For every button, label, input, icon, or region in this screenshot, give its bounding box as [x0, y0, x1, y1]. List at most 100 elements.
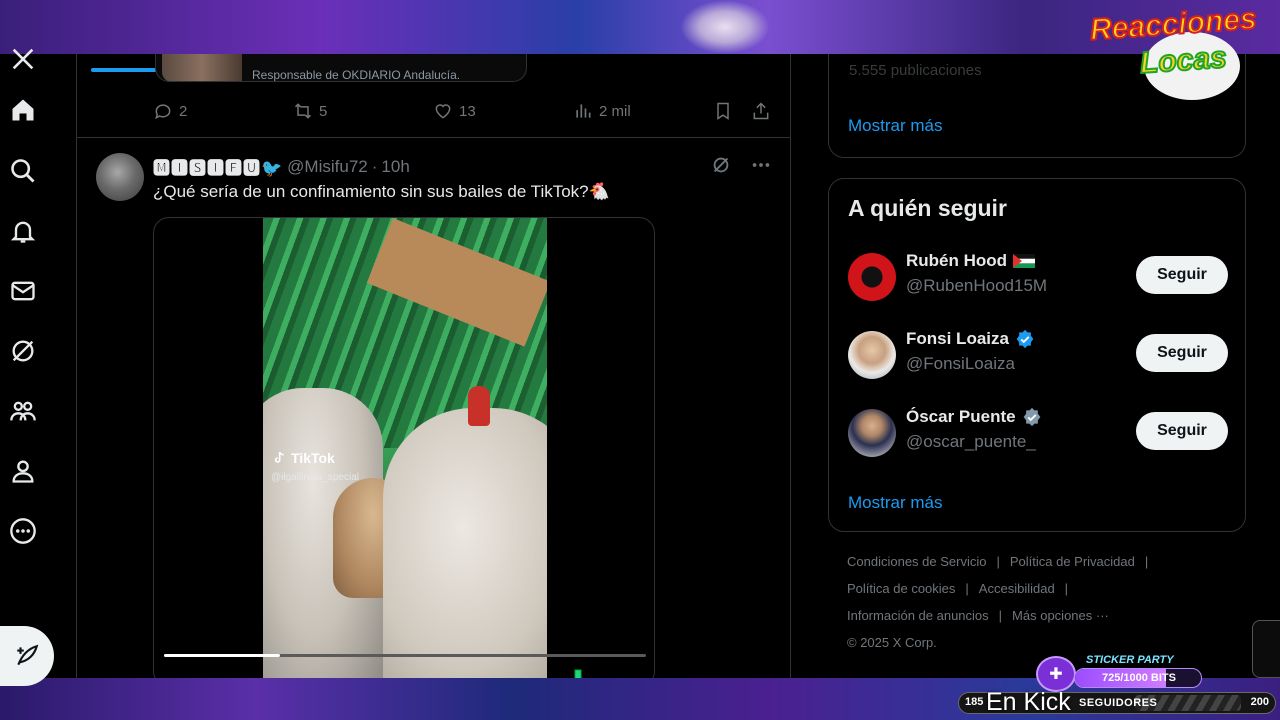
like-count: 13 [459, 102, 476, 120]
sticker-progress-bar: 725/1000 BITS [1074, 668, 1202, 688]
home-icon[interactable] [8, 95, 38, 125]
more-options-link[interactable]: Más opciones ··· [1012, 608, 1109, 623]
tiktok-user: @ilgallinaio_special [271, 472, 359, 483]
follower-goal-label: SEGUIDORES [1079, 697, 1158, 709]
timestamp[interactable]: 10h [381, 157, 409, 177]
stream-frame-top [0, 0, 1280, 54]
sidebar-footer: Condiciones de Servicio | Política de Pri… [847, 554, 1247, 662]
tiktok-watermark: TikTok [271, 450, 335, 466]
account-name[interactable]: Rubén Hood [906, 251, 1007, 271]
ads-info-link[interactable]: Información de anuncios [847, 608, 989, 623]
avatar[interactable] [848, 409, 896, 457]
brand-logo-line2: Locas [1138, 40, 1229, 81]
video-scene-comb [468, 386, 490, 426]
cookies-link[interactable]: Política de cookies [847, 581, 955, 596]
reply-count: 2 [179, 102, 188, 120]
quoted-card[interactable]: Responsable de OKDIARIO Andalucía. [155, 54, 527, 82]
feather-icon [17, 644, 39, 666]
bell-icon[interactable] [8, 216, 38, 246]
verified-badge-icon [1016, 329, 1034, 349]
footer-separator: | [1144, 554, 1149, 569]
follow-suggestion[interactable]: Fonsi Loaiza @FonsiLoaiza Seguir [848, 329, 1228, 381]
account-name[interactable]: Óscar Puente [906, 407, 1016, 427]
tiktok-label: TikTok [291, 450, 335, 466]
follow-suggestion[interactable]: Rubén Hood @RubenHood15M Seguir [848, 251, 1228, 303]
share-button[interactable] [751, 101, 771, 121]
hand-cursor-icon [574, 669, 583, 678]
heart-icon: ✚ [1036, 656, 1076, 692]
more-icon[interactable] [8, 516, 38, 546]
quoted-card-thumbnail [162, 54, 242, 81]
grok-icon[interactable] [8, 336, 38, 366]
profile-icon[interactable] [8, 456, 38, 486]
search-icon[interactable] [8, 156, 38, 186]
account-handle: @FonsiLoaiza [906, 354, 1015, 373]
copyright: © 2025 X Corp. [847, 635, 937, 650]
x-logo-icon[interactable] [8, 44, 38, 74]
verified-badge-icon [1023, 407, 1040, 427]
right-sidebar: 5.555 publicaciones Mostrar más A quién … [828, 54, 1246, 678]
avatar[interactable] [96, 153, 144, 201]
scroll-progress-indicator [91, 68, 157, 72]
follow-button[interactable]: Seguir [1136, 334, 1228, 372]
views-button[interactable]: 2 mil [573, 101, 713, 121]
follow-button[interactable]: Seguir [1136, 412, 1228, 450]
reply-icon [155, 104, 171, 120]
bookmark-button[interactable] [713, 101, 751, 121]
trend-post-count: 5.555 publicaciones [849, 62, 982, 79]
follow-button[interactable]: Seguir [1136, 256, 1228, 294]
analytics-icon [576, 104, 591, 118]
handle[interactable]: @Misifu72 [287, 157, 368, 177]
tiktok-icon [274, 451, 284, 463]
grok-icon[interactable] [710, 154, 732, 176]
palestine-flag-icon [1013, 254, 1036, 268]
video-progress-bar[interactable] [164, 654, 646, 657]
timeline: Responsable de OKDIARIO Andalucía. 2 5 1… [76, 54, 791, 678]
account-handle: @RubenHood15M [906, 276, 1048, 295]
more-options-icon[interactable] [750, 154, 772, 176]
terms-link[interactable]: Condiciones de Servicio [847, 554, 986, 569]
kick-caption: En Kick [986, 688, 1071, 716]
overlay-widget [1252, 620, 1280, 678]
quoted-card-caption: Responsable de OKDIARIO Andalucía. [252, 68, 461, 82]
reply-button[interactable]: 2 [153, 101, 293, 121]
tweet-text: ¿Qué sería de un confinamiento sin sus b… [153, 182, 610, 201]
footer-separator: | [1064, 581, 1069, 596]
view-count: 2 mil [599, 102, 631, 120]
mail-icon[interactable] [8, 276, 38, 306]
tweet-header: 🅼🅸🆂🅸🅵🆄🐦 @Misifu72 · 10h [153, 154, 410, 179]
follower-goal-target: 200 [1250, 696, 1269, 708]
like-button[interactable]: 13 [433, 101, 573, 121]
who-to-follow: A quién seguir Rubén Hood @RubenHood15M … [828, 178, 1246, 532]
previous-tweet[interactable]: Responsable de OKDIARIO Andalucía. 2 5 1… [77, 54, 790, 138]
left-nav [0, 48, 76, 686]
footer-separator: | [996, 554, 1000, 569]
footer-separator: | [998, 608, 1003, 623]
repost-button[interactable]: 5 [293, 101, 433, 121]
tweet-actions: 2 5 13 2 mil [153, 100, 773, 122]
avatar[interactable] [848, 253, 896, 301]
video-frame[interactable]: TikTok @ilgallinaio_special [263, 218, 547, 678]
show-more-link[interactable]: Mostrar más [848, 116, 942, 136]
avatar[interactable] [848, 331, 896, 379]
communities-icon[interactable] [8, 396, 38, 426]
tweet-tools [710, 154, 772, 176]
video-progress-fill [164, 654, 280, 657]
compose-post-button[interactable] [0, 626, 54, 686]
bookmark-icon [717, 102, 729, 120]
display-name[interactable]: 🅼🅸🆂🅸🅵🆄🐦 [153, 154, 283, 179]
privacy-link[interactable]: Política de Privacidad [1010, 554, 1135, 569]
video-player[interactable]: TikTok @ilgallinaio_special [153, 217, 655, 678]
account-name[interactable]: Fonsi Loaiza [906, 329, 1009, 349]
sticker-progress-text: 725/1000 BITS [1102, 672, 1176, 684]
accessibility-link[interactable]: Accesibilidad [979, 581, 1055, 596]
account-handle: @oscar_puente_ [906, 432, 1036, 451]
follower-goal-current: 185 [965, 696, 984, 708]
heart-icon [435, 104, 451, 119]
tweet[interactable]: 🅼🅸🆂🅸🅵🆄🐦 @Misifu72 · 10h ¿Qué sería de un… [77, 138, 790, 678]
separator: · [371, 156, 378, 176]
show-more-link[interactable]: Mostrar más [848, 493, 942, 513]
repost-icon [294, 103, 312, 119]
video-scene-hen [383, 408, 547, 678]
follow-suggestion[interactable]: Óscar Puente @oscar_puente_ Seguir [848, 407, 1228, 459]
